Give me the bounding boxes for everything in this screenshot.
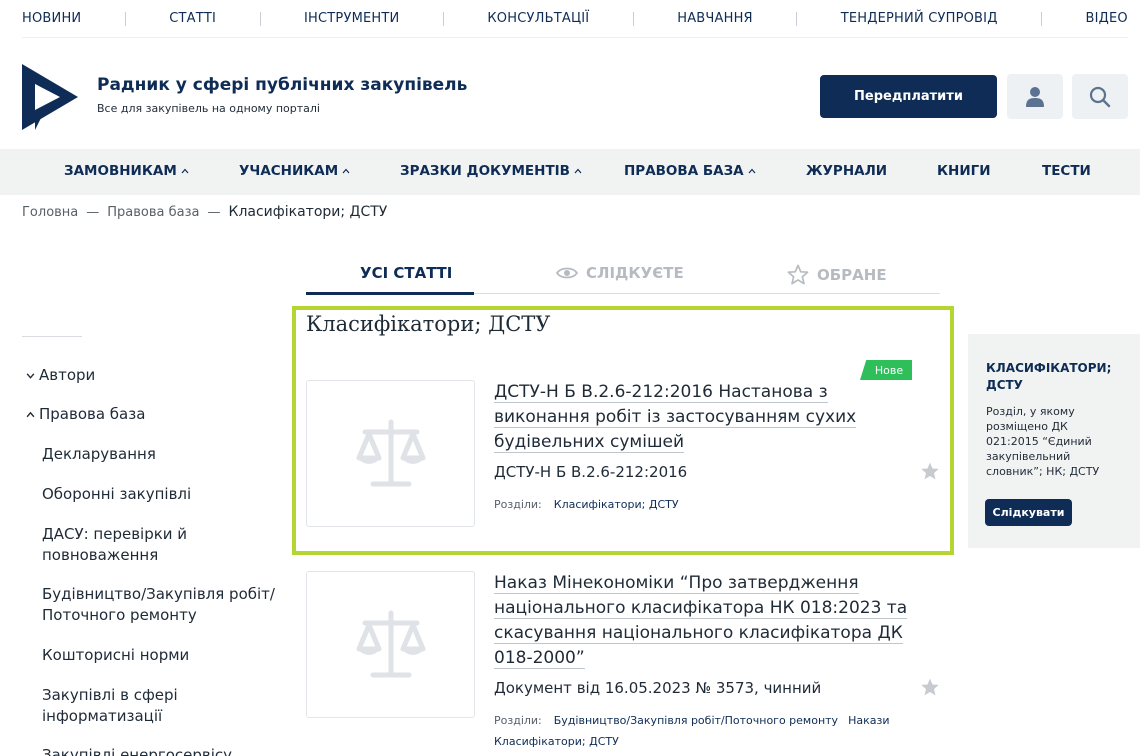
search-button[interactable] bbox=[1072, 74, 1128, 119]
active-tab-indicator bbox=[306, 292, 474, 295]
article-title-link[interactable]: ДСТУ-Н Б В.2.6-212:2016 Настанова з вико… bbox=[494, 380, 914, 455]
chevron-up-icon bbox=[748, 168, 756, 174]
article-meta: Документ від 16.05.2023 № 3573, чинний bbox=[494, 679, 822, 697]
sidebar-subitem[interactable]: Оборонні закупівлі bbox=[42, 484, 282, 505]
mainnav-tests[interactable]: ТЕСТИ bbox=[1042, 163, 1091, 179]
section-link[interactable]: Накази bbox=[848, 714, 889, 727]
mainnav-document-samples[interactable]: ЗРАЗКИ ДОКУМЕНТІВ bbox=[400, 163, 582, 179]
main-nav: ЗАМОВНИКАМ УЧАСНИКАМ ЗРАЗКИ ДОКУМЕНТІВ П… bbox=[0, 149, 1140, 195]
sections-label: Розділи: bbox=[494, 498, 542, 511]
search-icon bbox=[1089, 86, 1111, 107]
topnav-training[interactable]: НАВЧАННЯ bbox=[677, 11, 753, 26]
article-title: Наказ Мінекономіки “Про затвердження нац… bbox=[494, 573, 908, 669]
sections-label: Розділи: bbox=[494, 714, 542, 727]
topnav-articles[interactable]: СТАТТІ bbox=[169, 11, 216, 26]
chevron-up-icon bbox=[342, 168, 350, 174]
tab-label: СЛІДКУЄТЕ bbox=[586, 264, 684, 282]
mainnav-label: ЗРАЗКИ ДОКУМЕНТІВ bbox=[400, 163, 570, 179]
breadcrumb-current: Класифікатори; ДСТУ bbox=[228, 204, 388, 220]
mainnav-label: КНИГИ bbox=[937, 163, 991, 179]
article-sections: Розділи: Класифікатори; ДСТУ bbox=[494, 494, 934, 515]
favorite-star-icon[interactable] bbox=[920, 677, 940, 697]
user-button[interactable] bbox=[1007, 74, 1063, 119]
sidebar-subitem[interactable]: Декларування bbox=[42, 444, 282, 465]
topnav-video[interactable]: ВІДЕО bbox=[1085, 11, 1127, 26]
topnav-consultations[interactable]: КОНСУЛЬТАЦІЇ bbox=[487, 11, 589, 26]
new-badge: Нове bbox=[860, 360, 912, 380]
follow-button[interactable]: Слідкувати bbox=[985, 499, 1072, 526]
topnav-tools[interactable]: ІНСТРУМЕНТИ bbox=[304, 11, 399, 26]
sidebar-divider bbox=[22, 336, 82, 337]
mainnav-legal-base[interactable]: ПРАВОВА БАЗА bbox=[624, 163, 756, 179]
article-title: ДСТУ-Н Б В.2.6-212:2016 Настанова з вико… bbox=[494, 382, 857, 453]
divider bbox=[796, 11, 798, 26]
mainnav-label: ЗАМОВНИКАМ bbox=[64, 163, 177, 179]
chevron-up-icon bbox=[181, 168, 189, 174]
article-thumbnail[interactable] bbox=[306, 380, 475, 527]
subscribe-button[interactable]: Передплатити bbox=[820, 75, 997, 118]
tab-label: ОБРАНЕ bbox=[817, 265, 887, 284]
section-link[interactable]: Класифікатори; ДСТУ bbox=[554, 498, 679, 511]
sidebar-subitem[interactable]: Будівництво/Закупівля робіт/ Поточного р… bbox=[42, 584, 282, 626]
logo-icon[interactable] bbox=[22, 64, 80, 130]
tab-label: УСІ СТАТТІ bbox=[360, 264, 453, 282]
tab-all-articles[interactable]: УСІ СТАТТІ bbox=[360, 264, 452, 282]
divider bbox=[259, 11, 261, 26]
divider bbox=[124, 11, 126, 26]
mainnav-label: ПРАВОВА БАЗА bbox=[624, 163, 744, 179]
chevron-up-icon bbox=[574, 168, 582, 174]
brand-title[interactable]: Радник у сфері публічних закупівель bbox=[97, 75, 467, 95]
breadcrumb-separator: — bbox=[86, 204, 100, 220]
breadcrumb-separator: — bbox=[207, 204, 221, 220]
article-tabs: УСІ СТАТТІ СЛІДКУЄТЕ ОБРАНЕ bbox=[306, 255, 940, 295]
section-title: Класифікатори; ДСТУ bbox=[306, 312, 551, 336]
sidebar-subitem[interactable]: ДАСУ: перевірки й повноваження bbox=[42, 524, 282, 566]
mainnav-journals[interactable]: ЖУРНАЛИ bbox=[806, 163, 887, 179]
sidebar-item-authors[interactable]: Автори bbox=[26, 366, 95, 384]
topnav-news[interactable]: НОВИНИ bbox=[22, 11, 81, 26]
category-title: КЛАСИФІКАТОРИ; ДСТУ bbox=[986, 361, 1112, 392]
sidebar-item-legal-base[interactable]: Правова база bbox=[26, 405, 145, 423]
sidebar-subitem[interactable]: Закупівлі енергосервісу bbox=[42, 745, 282, 756]
mainnav-label: УЧАСНИКАМ bbox=[239, 163, 339, 179]
sidebar-subitem[interactable]: Кошторисні норми bbox=[42, 645, 282, 666]
category-description: Розділ, у якому розміщено ДК 021:2015 “Є… bbox=[986, 405, 1100, 478]
brand-subtitle: Все для закупівель на одному порталі bbox=[97, 102, 320, 115]
breadcrumb: Головна — Правова база — Класифікатори; … bbox=[22, 204, 387, 220]
article-thumbnail[interactable] bbox=[306, 571, 475, 718]
mainnav-label: ТЕСТИ bbox=[1042, 163, 1091, 179]
divider bbox=[632, 11, 634, 26]
top-nav: НОВИНИ СТАТТІ ІНСТРУМЕНТИ КОНСУЛЬТАЦІЇ Н… bbox=[22, 0, 1128, 38]
breadcrumb-section[interactable]: Правова база bbox=[107, 205, 199, 220]
mainnav-participants[interactable]: УЧАСНИКАМ bbox=[239, 163, 350, 179]
article-title-link[interactable]: Наказ Мінекономіки “Про затвердження нац… bbox=[494, 571, 924, 671]
chevron-up-icon bbox=[26, 411, 35, 417]
section-link[interactable]: Будівництво/Закупівля робіт/Поточного ре… bbox=[554, 714, 838, 727]
scales-icon bbox=[356, 419, 425, 486]
star-outline-icon bbox=[787, 264, 809, 285]
tab-following[interactable]: СЛІДКУЄТЕ bbox=[556, 264, 684, 282]
breadcrumb-home[interactable]: Головна bbox=[22, 205, 78, 220]
mainnav-books[interactable]: КНИГИ bbox=[937, 163, 991, 179]
article-meta: ДСТУ-Н Б В.2.6-212:2016 bbox=[494, 463, 688, 481]
scales-icon bbox=[356, 610, 425, 677]
favorite-star-icon[interactable] bbox=[920, 461, 940, 481]
article-sections: Розділи: Будівництво/Закупівля робіт/Пото… bbox=[494, 710, 934, 752]
chevron-down-icon bbox=[26, 372, 35, 379]
mainnav-customers[interactable]: ЗАМОВНИКАМ bbox=[64, 163, 189, 179]
sidebar-subitem[interactable]: Закупівлі в сфері інформатизації bbox=[42, 685, 282, 727]
topnav-tender-support[interactable]: ТЕНДЕРНИЙ СУПРОВІД bbox=[841, 11, 998, 26]
sidebar-item-label: Автори bbox=[39, 366, 96, 384]
sidebar-item-label: Правова база bbox=[39, 405, 146, 423]
eye-icon bbox=[556, 267, 578, 279]
divider bbox=[1041, 11, 1043, 26]
section-link[interactable]: Класифікатори; ДСТУ bbox=[494, 735, 619, 748]
tab-favorites[interactable]: ОБРАНЕ bbox=[787, 264, 887, 285]
divider bbox=[442, 11, 444, 26]
user-icon bbox=[1026, 86, 1044, 107]
category-panel: КЛАСИФІКАТОРИ; ДСТУ Розділ, у якому розм… bbox=[968, 334, 1140, 548]
mainnav-label: ЖУРНАЛИ bbox=[806, 163, 888, 179]
